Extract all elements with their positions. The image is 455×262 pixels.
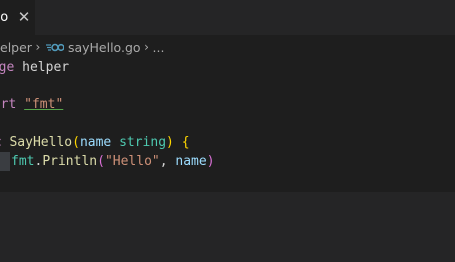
chevron-right-icon: ›	[144, 40, 149, 54]
close-paren: )	[206, 154, 215, 169]
string-literal: "Hello"	[104, 154, 160, 169]
tab-label: go	[0, 10, 9, 25]
function-name: SayHello	[9, 135, 73, 150]
breadcrumb-folder[interactable]: elper	[0, 40, 32, 55]
panel-area	[0, 192, 455, 262]
package-name: helper	[14, 60, 70, 75]
code-line-6: fmt.Println("Hello", name)	[0, 152, 215, 171]
tab-bar: go ✕	[0, 0, 455, 35]
import-path: "fmt"	[24, 97, 64, 112]
arg-name: name	[175, 154, 207, 169]
chevron-right-icon: ›	[35, 40, 41, 54]
keyword-func: nc	[0, 135, 2, 150]
close-icon[interactable]: ✕	[16, 9, 32, 25]
open-paren: (	[72, 135, 80, 150]
tab-sayhello-go[interactable]: go ✕	[0, 0, 35, 35]
param-type: string	[119, 135, 167, 150]
comma: ,	[159, 154, 168, 169]
open-brace: {	[181, 135, 190, 150]
indent-guide	[0, 152, 10, 171]
breadcrumb-file[interactable]: sayHello.go	[68, 40, 141, 55]
code-line-5: nc SayHello(name string) {	[0, 133, 190, 152]
code-line-3: port "fmt"	[0, 95, 63, 114]
param-name: name	[79, 135, 112, 150]
go-file-icon	[45, 42, 64, 52]
keyword-import: port	[0, 97, 17, 112]
package-ref: fmt	[11, 154, 35, 169]
breadcrumb: elper › sayHello.go › ...	[0, 37, 455, 57]
open-paren: (	[97, 154, 105, 169]
code-editor[interactable]: kage helper port "fmt" nc SayHello(name …	[0, 57, 455, 192]
method-call: Println	[42, 154, 98, 169]
close-paren: )	[166, 135, 174, 150]
keyword-package: kage	[0, 60, 15, 75]
code-line-1: kage helper	[0, 58, 69, 77]
breadcrumb-more[interactable]: ...	[153, 40, 165, 55]
